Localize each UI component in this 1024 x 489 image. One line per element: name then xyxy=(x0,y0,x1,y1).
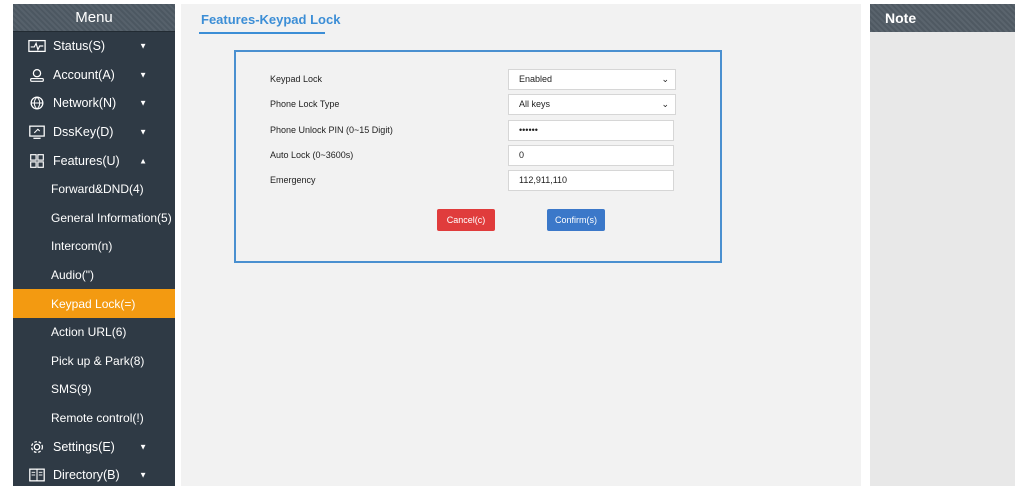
sidebar-subitem-action-url[interactable]: Action URL(6) xyxy=(13,318,175,347)
menu-header: Menu xyxy=(13,4,175,32)
sidebar-subitem-label: Remote control(!) xyxy=(51,411,144,426)
sidebar-item-label: Account(A) xyxy=(53,67,115,82)
status-icon xyxy=(27,38,47,54)
sidebar-subitem-remote-control[interactable]: Remote control(!) xyxy=(13,404,175,433)
auto-lock-input[interactable]: 0 xyxy=(508,145,674,166)
sidebar-subitem-intercom[interactable]: Intercom(n) xyxy=(13,232,175,261)
main-panel: Features-Keypad Lock Keypad Lock Enabled… xyxy=(181,4,861,486)
sidebar-item-directory[interactable]: Directory(B) ▼ xyxy=(13,461,175,489)
sidebar-item-label: Features(U) xyxy=(53,153,120,168)
emergency-label: Emergency xyxy=(270,175,316,185)
chevron-down-icon: ▼ xyxy=(139,41,147,51)
chevron-down-icon: ▼ xyxy=(139,470,147,480)
confirm-button[interactable]: Confirm(s) xyxy=(547,209,605,231)
chevron-down-icon: ▼ xyxy=(139,70,147,80)
chevron-down-icon: ⌄ xyxy=(661,99,669,109)
sidebar-item-label: Directory(B) xyxy=(53,468,120,483)
chevron-down-icon: ⌄ xyxy=(661,74,669,84)
form-row-auto-lock: Auto Lock (0~3600s) 0 xyxy=(236,145,720,169)
phone-lock-type-value: All keys xyxy=(519,99,551,109)
sidebar-subitem-label: SMS(9) xyxy=(51,382,92,397)
sidebar-subitem-label: Intercom(n) xyxy=(51,239,113,254)
sidebar-subitem-forward-dnd[interactable]: Forward&DND(4) xyxy=(13,175,175,204)
sidebar-subitem-label: General Information(5) xyxy=(51,210,172,225)
network-icon xyxy=(27,95,47,111)
sidebar-item-label: Network(N) xyxy=(53,96,117,111)
sidebar-item-settings[interactable]: Settings(E) ▼ xyxy=(13,432,175,461)
page-title: Features-Keypad Lock xyxy=(201,12,341,27)
keypad-lock-label: Keypad Lock xyxy=(270,74,323,84)
form-row-keypad-lock: Keypad Lock Enabled ⌄ xyxy=(236,69,720,93)
sidebar-item-account[interactable]: Account(A) ▼ xyxy=(13,61,175,90)
sidebar-item-status[interactable]: Status(S) ▼ xyxy=(13,32,175,61)
sidebar-subitem-audio[interactable]: Audio(") xyxy=(13,261,175,290)
form-row-phone-lock-type: Phone Lock Type All keys ⌄ xyxy=(236,94,720,118)
sidebar-subitem-general-information[interactable]: General Information(5) xyxy=(13,204,175,233)
sidebar-subitem-sms[interactable]: SMS(9) xyxy=(13,375,175,404)
features-icon xyxy=(27,153,47,169)
sidebar-item-dsskey[interactable]: DssKey(D) ▼ xyxy=(13,118,175,147)
chevron-down-icon: ▼ xyxy=(139,442,147,452)
form-row-emergency: Emergency 112,911,110 xyxy=(236,170,720,194)
keypad-lock-value: Enabled xyxy=(519,74,553,84)
sidebar-subitem-label: Action URL(6) xyxy=(51,325,127,340)
sidebar-subitem-pickup-park[interactable]: Pick up & Park(8) xyxy=(13,347,175,376)
note-panel: Note xyxy=(870,4,1015,486)
sidebar-subitem-label: Forward&DND(4) xyxy=(51,182,144,197)
directory-icon xyxy=(27,467,47,483)
form-row-unlock-pin: Phone Unlock PIN (0~15 Digit) •••••• xyxy=(236,120,720,144)
page: Menu Status(S) ▼ Account(A) ▼ Network(N)… xyxy=(0,0,1024,489)
phone-lock-type-label: Phone Lock Type xyxy=(270,99,340,109)
unlock-pin-input[interactable]: •••••• xyxy=(508,120,674,141)
sidebar-item-label: Settings(E) xyxy=(53,439,115,454)
chevron-down-icon: ▼ xyxy=(139,98,147,108)
sidebar-item-features[interactable]: Features(U) ▲ xyxy=(13,146,175,175)
chevron-down-icon: ▼ xyxy=(139,127,147,137)
unlock-pin-label: Phone Unlock PIN (0~15 Digit) xyxy=(270,125,393,135)
sidebar-subitem-label: Audio(") xyxy=(51,268,94,283)
title-underline xyxy=(199,32,325,34)
settings-icon xyxy=(27,439,47,455)
emergency-input[interactable]: 112,911,110 xyxy=(508,170,674,191)
keypad-lock-form: Keypad Lock Enabled ⌄ Phone Lock Type Al… xyxy=(234,50,722,263)
sidebar-menu: Menu Status(S) ▼ Account(A) ▼ Network(N)… xyxy=(13,4,175,486)
dsskey-icon xyxy=(27,124,47,140)
sidebar-subitem-label: Pick up & Park(8) xyxy=(51,353,145,368)
sidebar-subitem-label: Keypad Lock(=) xyxy=(51,296,136,311)
phone-lock-type-select[interactable]: All keys ⌄ xyxy=(508,94,676,115)
cancel-button[interactable]: Cancel(c) xyxy=(437,209,495,231)
auto-lock-label: Auto Lock (0~3600s) xyxy=(270,150,354,160)
account-icon xyxy=(27,67,47,83)
chevron-up-icon: ▲ xyxy=(139,156,147,166)
note-header: Note xyxy=(870,4,1015,32)
sidebar-subitem-keypad-lock[interactable]: Keypad Lock(=) xyxy=(13,289,175,318)
keypad-lock-select[interactable]: Enabled ⌄ xyxy=(508,69,676,90)
sidebar-item-network[interactable]: Network(N) ▼ xyxy=(13,89,175,118)
sidebar-item-label: Status(S) xyxy=(53,39,106,54)
sidebar-item-label: DssKey(D) xyxy=(53,125,114,140)
